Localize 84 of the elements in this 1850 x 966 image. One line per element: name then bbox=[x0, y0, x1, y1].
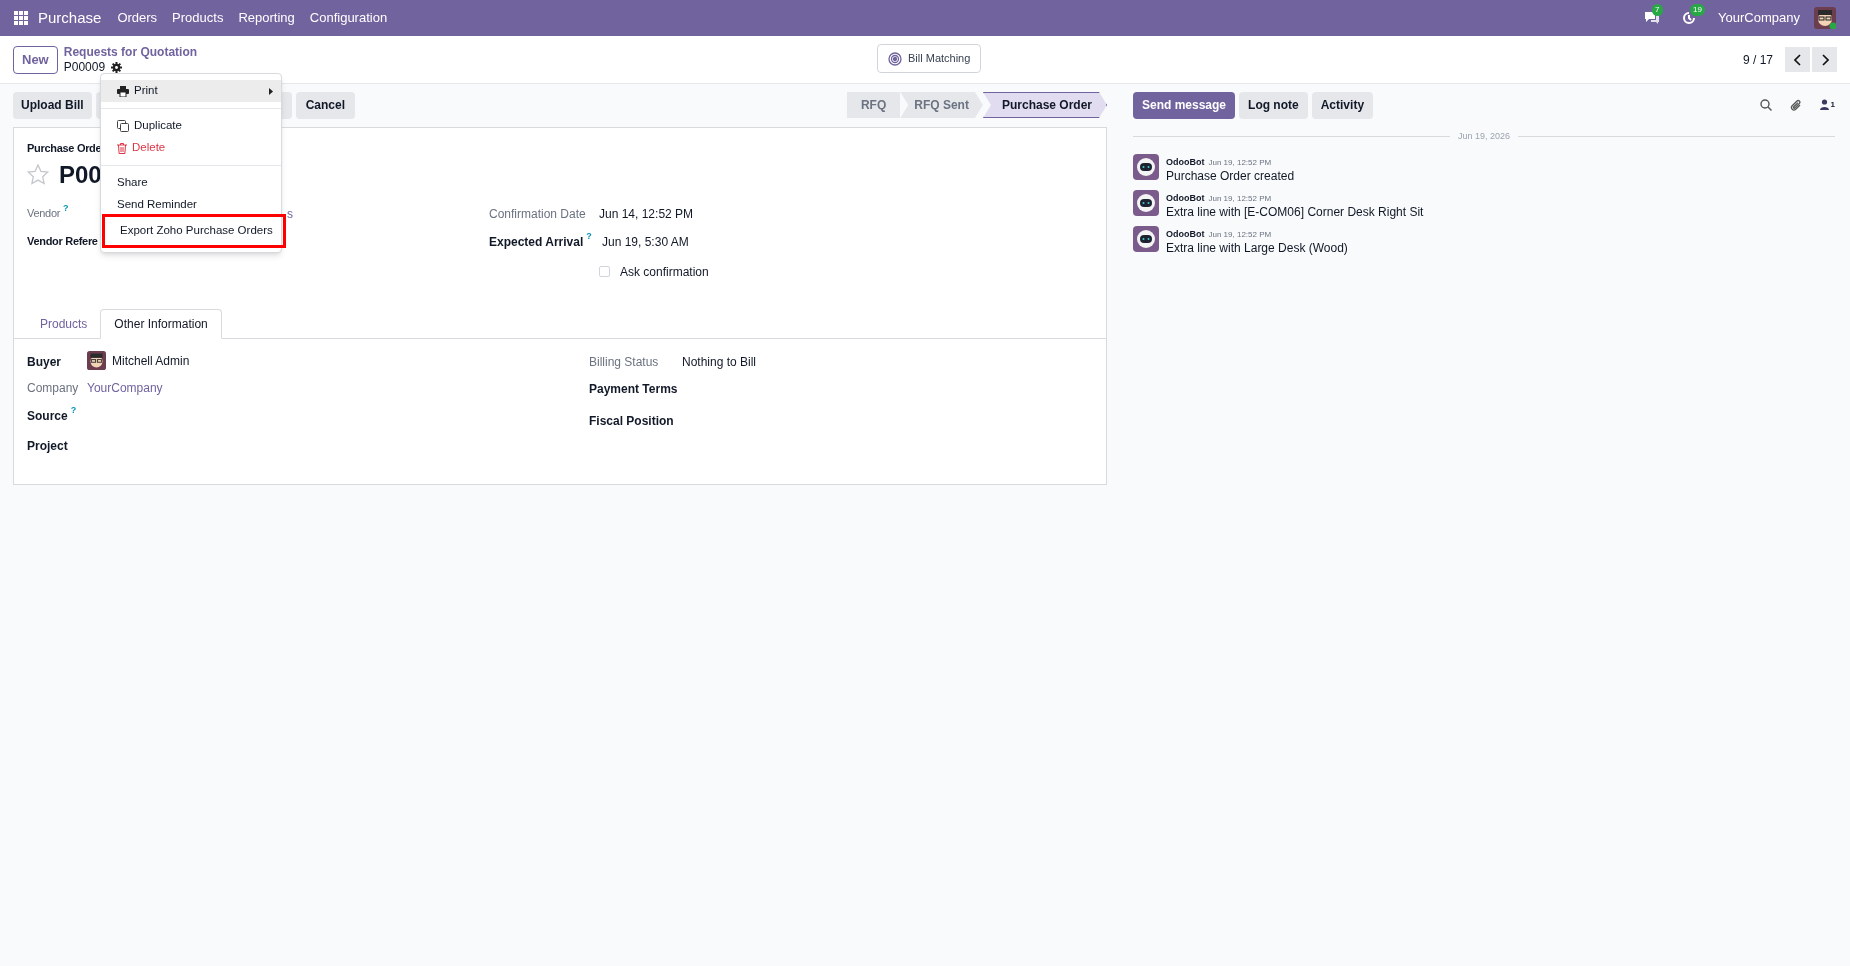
action-button[interactable]: Cancel bbox=[295, 91, 356, 119]
field-label: Expected Arrival bbox=[489, 233, 584, 251]
message-author: OdooBot bbox=[1166, 155, 1205, 169]
checkbox[interactable] bbox=[599, 266, 610, 277]
company-switcher[interactable]: YourCompany bbox=[1718, 8, 1800, 28]
message-time: Jun 19, 12:52 PM bbox=[1208, 192, 1272, 205]
breadcrumb-link[interactable]: Requests for Quotation bbox=[63, 44, 198, 60]
field-label: Vendor Refere bbox=[27, 233, 98, 249]
field-value: Jun 14, 12:52 PM bbox=[599, 205, 694, 221]
next-button[interactable] bbox=[1812, 47, 1837, 72]
company-link[interactable]: YourCompany bbox=[87, 378, 163, 407]
vendor-link[interactable]: s bbox=[287, 204, 293, 221]
menu-item[interactable]: Print bbox=[101, 80, 281, 102]
menu-item[interactable]: Share bbox=[101, 172, 281, 194]
record-title: P00 bbox=[59, 159, 102, 190]
menu-item[interactable]: Export Zoho Purchase Orders bbox=[104, 216, 284, 246]
trash-icon bbox=[117, 142, 127, 154]
count-badge: 7 bbox=[1652, 4, 1663, 16]
form-tab[interactable]: Other Information bbox=[100, 308, 222, 339]
menu-item[interactable]: Configuration bbox=[309, 8, 388, 28]
status-step[interactable]: Purchase Order bbox=[982, 92, 1107, 118]
message-body: Extra line with Large Desk (Wood) bbox=[1166, 239, 1348, 256]
field-label: Vendor bbox=[27, 205, 61, 221]
paperclip-icon[interactable] bbox=[1789, 98, 1802, 112]
action-button[interactable]: Upload Bill bbox=[13, 91, 92, 119]
chevron-right-icon bbox=[1820, 53, 1829, 66]
field-label: Project bbox=[27, 437, 68, 455]
clock-icon[interactable] bbox=[1682, 11, 1697, 25]
field-value[interactable]: Jun 19, 5:30 AM bbox=[602, 232, 689, 249]
chevron-left-icon bbox=[1793, 53, 1802, 66]
chatter-button[interactable]: Activity bbox=[1311, 91, 1374, 119]
target-icon bbox=[888, 51, 902, 66]
menu-item[interactable]: Reporting bbox=[238, 8, 295, 28]
field-label: Confirmation Date bbox=[489, 205, 586, 223]
followers-button[interactable]: 1 bbox=[1819, 99, 1835, 111]
copy-icon bbox=[117, 120, 129, 132]
bot-avatar bbox=[1133, 153, 1159, 180]
bot-avatar bbox=[1133, 225, 1159, 252]
menu-item[interactable]: Orders bbox=[117, 8, 158, 28]
count-badge: 19 bbox=[1690, 4, 1705, 16]
help-tooltip[interactable]: ? bbox=[586, 230, 592, 241]
record-type-label: Purchase Orde bbox=[27, 141, 102, 156]
message-body: Purchase Order created bbox=[1166, 167, 1295, 184]
record-name: P00009 bbox=[63, 59, 106, 75]
apps-menu-icon[interactable] bbox=[14, 11, 28, 25]
field-label: Company bbox=[27, 379, 79, 397]
field-value[interactable]: Mitchell Admin bbox=[112, 351, 190, 370]
star-icon bbox=[27, 164, 49, 185]
help-tooltip[interactable]: ? bbox=[63, 202, 69, 213]
person-icon bbox=[1819, 99, 1829, 110]
printer-icon bbox=[117, 85, 129, 97]
status-step[interactable]: RFQ bbox=[846, 92, 901, 118]
field-label: Payment Terms bbox=[589, 380, 678, 398]
caret-right-icon bbox=[269, 87, 273, 95]
field-value: Nothing to Bill bbox=[682, 353, 757, 371]
status-step[interactable]: RFQ Sent bbox=[900, 92, 983, 118]
app-name[interactable]: Purchase bbox=[38, 6, 102, 30]
field-label: Buyer bbox=[27, 353, 61, 371]
new-button[interactable]: New bbox=[13, 45, 58, 74]
field-label: Billing Status bbox=[589, 353, 659, 371]
date-separator: Jun 19, 2026 bbox=[1457, 130, 1512, 143]
chatter-button[interactable]: Send message bbox=[1133, 91, 1236, 119]
message-body: Extra line with [E-COM06] Corner Desk Right Sit bbox=[1166, 203, 1424, 220]
form-tab[interactable]: Products bbox=[27, 308, 101, 339]
field-label: Source bbox=[27, 407, 68, 425]
chatter-button[interactable]: Log note bbox=[1239, 91, 1308, 119]
message-time: Jun 19, 12:52 PM bbox=[1208, 228, 1272, 241]
help-tooltip[interactable]: ? bbox=[70, 404, 77, 415]
message-author: OdooBot bbox=[1166, 227, 1205, 241]
menu-item[interactable]: Products bbox=[172, 8, 224, 28]
user-avatar bbox=[1814, 7, 1836, 29]
field-label: Fiscal Position bbox=[589, 412, 674, 430]
previous-button[interactable] bbox=[1785, 47, 1810, 72]
pager-value: 9 / 17 bbox=[1742, 51, 1773, 69]
bot-avatar bbox=[1133, 189, 1159, 216]
menu-item[interactable]: Duplicate bbox=[101, 115, 281, 137]
bill-matching-button[interactable]: Bill Matching bbox=[877, 44, 982, 73]
message-author: OdooBot bbox=[1166, 191, 1205, 205]
message-time: Jun 19, 12:52 PM bbox=[1208, 156, 1272, 169]
menu-item[interactable]: Delete bbox=[101, 137, 281, 159]
user-avatar bbox=[87, 351, 106, 370]
checkbox-label: Ask confirmation bbox=[620, 263, 709, 281]
search-icon[interactable] bbox=[1759, 99, 1772, 111]
menu-item[interactable]: Send Reminder bbox=[101, 194, 281, 216]
